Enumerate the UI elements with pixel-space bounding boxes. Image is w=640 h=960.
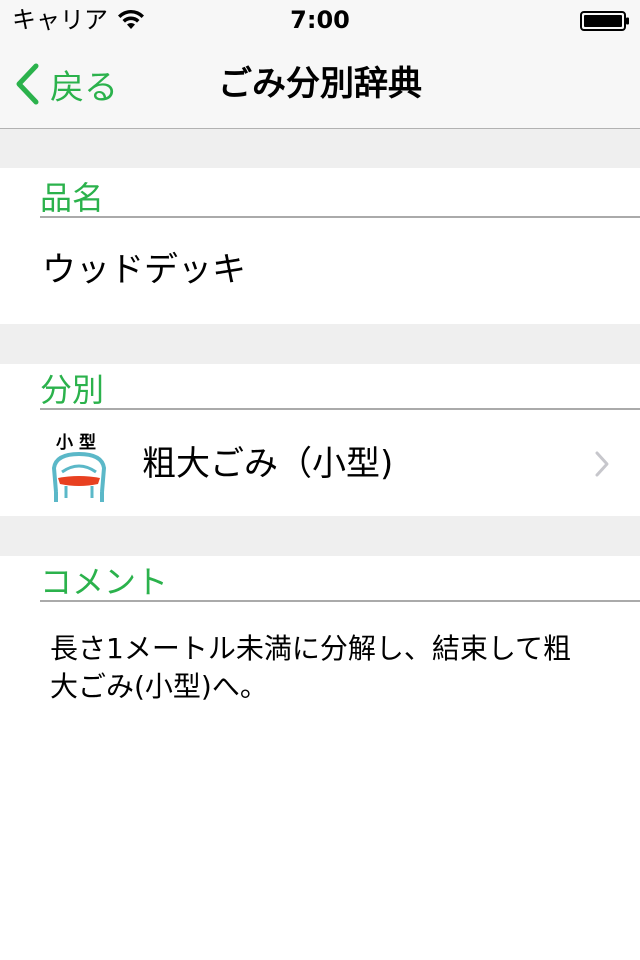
battery-icon bbox=[580, 11, 629, 31]
clock: 7:00 bbox=[290, 6, 350, 34]
category-row[interactable]: 小型 粗大ごみ（小型) bbox=[0, 410, 640, 516]
category-value: 粗大ごみ（小型) bbox=[142, 444, 394, 484]
page-title: ごみ分別辞典 bbox=[218, 64, 422, 104]
navigation-bar: 戻る ごみ分別辞典 bbox=[0, 40, 640, 129]
item-name-value: ウッドデッキ bbox=[42, 250, 246, 290]
item-name-header: 品名 bbox=[40, 172, 640, 218]
chevron-right-icon bbox=[595, 451, 609, 477]
comment-value: 長さ1メートル未満に分解し、結束して粗 大ごみ(小型)へ。 bbox=[50, 632, 571, 703]
comment-header: コメント bbox=[40, 556, 640, 602]
category-icon: 小型 bbox=[46, 428, 112, 504]
section-separator bbox=[0, 129, 640, 168]
section-separator bbox=[0, 516, 640, 556]
section-separator bbox=[0, 324, 640, 364]
chair-icon bbox=[52, 452, 106, 502]
category-header: 分別 bbox=[40, 364, 640, 410]
status-bar: キャリア 7:00 bbox=[0, 0, 640, 40]
